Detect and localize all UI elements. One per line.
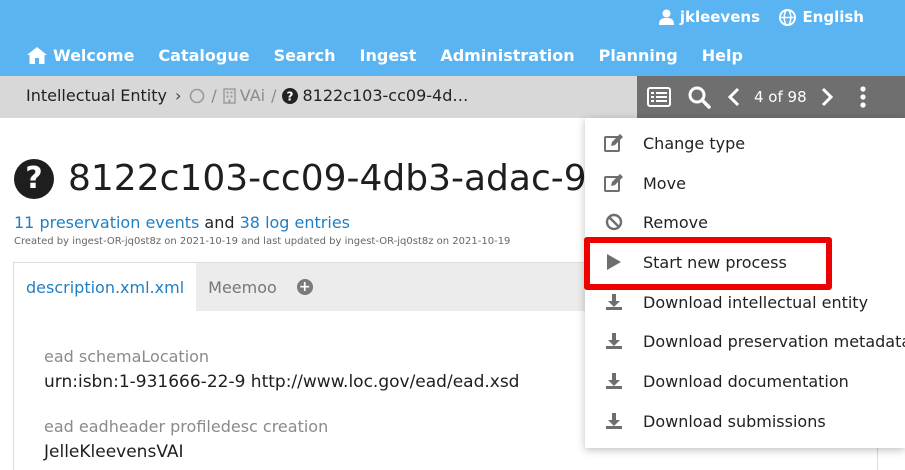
created-info: Created by ingest-OR-jq0st8z on 2021-10-… — [14, 236, 511, 247]
page-title: ? 8122c103-cc09-4db3-adac-9 — [14, 158, 587, 199]
nav-planning[interactable]: Planning — [599, 46, 678, 65]
breadcrumb-current[interactable]: ? 8122c103-cc09-4d… — [282, 86, 468, 105]
download-icon — [603, 370, 625, 392]
menu-item-download-preservation-metadata[interactable]: Download preservation metadata — [585, 322, 905, 360]
pager-label: 4 of 98 — [754, 88, 807, 106]
play-icon — [603, 251, 625, 273]
log-entries-link[interactable]: 38 log entries — [240, 213, 350, 232]
search-button[interactable] — [686, 85, 712, 109]
chevron-left-icon — [728, 87, 740, 107]
user-menu[interactable]: jkleevens — [658, 8, 760, 26]
ellipsis-vertical-icon — [860, 86, 866, 108]
breadcrumb-level1[interactable]: VAi — [223, 86, 265, 105]
nav-welcome[interactable]: Welcome — [27, 46, 134, 65]
globe-icon — [779, 8, 797, 26]
main-nav: Welcome Catalogue Search Ingest Administ… — [27, 46, 767, 65]
svg-text:?: ? — [287, 89, 294, 103]
user-icon — [658, 9, 674, 25]
download-icon — [603, 410, 625, 432]
language-label: English — [802, 8, 864, 26]
tab-meemoo[interactable]: Meemoo — [196, 263, 289, 311]
tab-description[interactable]: description.xml.xml — [14, 263, 197, 311]
edit-icon — [603, 172, 625, 194]
entity-events: 11 preservation events and 38 log entrie… — [14, 213, 351, 232]
nav-ingest[interactable]: Ingest — [360, 46, 417, 65]
top-bar: jkleevens English Welcome Catalogue Sear… — [0, 0, 905, 76]
plus-circle-icon: + — [296, 279, 313, 295]
home-icon — [27, 47, 47, 64]
menu-item-remove[interactable]: Remove — [585, 203, 905, 241]
breadcrumb-section: Intellectual Entity — [26, 86, 167, 105]
menu-item-download-documentation[interactable]: Download documentation — [585, 362, 905, 400]
question-circle-icon: ? — [282, 87, 299, 104]
more-actions-button[interactable] — [857, 86, 869, 108]
circle-icon[interactable] — [189, 88, 205, 104]
menu-item-start-new-process[interactable]: Start new process — [585, 243, 905, 281]
nav-help[interactable]: Help — [702, 46, 743, 65]
menu-item-move[interactable]: Move — [585, 164, 905, 202]
field-profiledesc-creation: ead eadheader profiledesc creation Jelle… — [44, 417, 329, 462]
language-menu[interactable]: English — [779, 8, 864, 26]
question-circle-icon: ? — [14, 158, 54, 199]
add-tab-button[interactable]: + — [289, 263, 321, 311]
entity-toolbar: 4 of 98 — [637, 76, 905, 118]
edit-icon — [603, 132, 625, 154]
ban-icon — [603, 211, 625, 233]
download-icon — [603, 291, 625, 313]
list-icon — [647, 87, 671, 107]
chevron-right-icon: › — [174, 86, 182, 105]
breadcrumb-separator: / — [271, 86, 277, 105]
field-schema-location: ead schemaLocation urn:isbn:1-931666-22-… — [44, 347, 520, 392]
menu-item-download-submissions[interactable]: Download submissions — [585, 402, 905, 440]
nav-administration[interactable]: Administration — [440, 46, 574, 65]
user-name: jkleevens — [679, 8, 760, 26]
download-icon — [603, 330, 625, 352]
breadcrumb: Intellectual Entity › / VAi / ? 8122c103… — [26, 86, 468, 105]
entity-title: 8122c103-cc09-4db3-adac-9 — [68, 158, 587, 199]
chevron-right-icon — [821, 87, 833, 107]
nav-search[interactable]: Search — [274, 46, 336, 65]
breadcrumb-bar: Intellectual Entity › / VAi / ? 8122c103… — [0, 76, 905, 118]
actions-menu: Change type Move Remove Start new proces… — [585, 118, 905, 448]
menu-item-change-type[interactable]: Change type — [585, 124, 905, 162]
nav-catalogue[interactable]: Catalogue — [158, 46, 249, 65]
search-icon — [688, 86, 711, 109]
next-button[interactable] — [819, 87, 835, 107]
preservation-events-link[interactable]: 11 preservation events — [14, 213, 199, 232]
building-icon — [223, 87, 236, 104]
menu-item-download-intellectual-entity[interactable]: Download intellectual entity — [585, 283, 905, 321]
previous-button[interactable] — [726, 87, 742, 107]
breadcrumb-separator: / — [211, 86, 217, 105]
list-view-button[interactable] — [646, 87, 672, 107]
